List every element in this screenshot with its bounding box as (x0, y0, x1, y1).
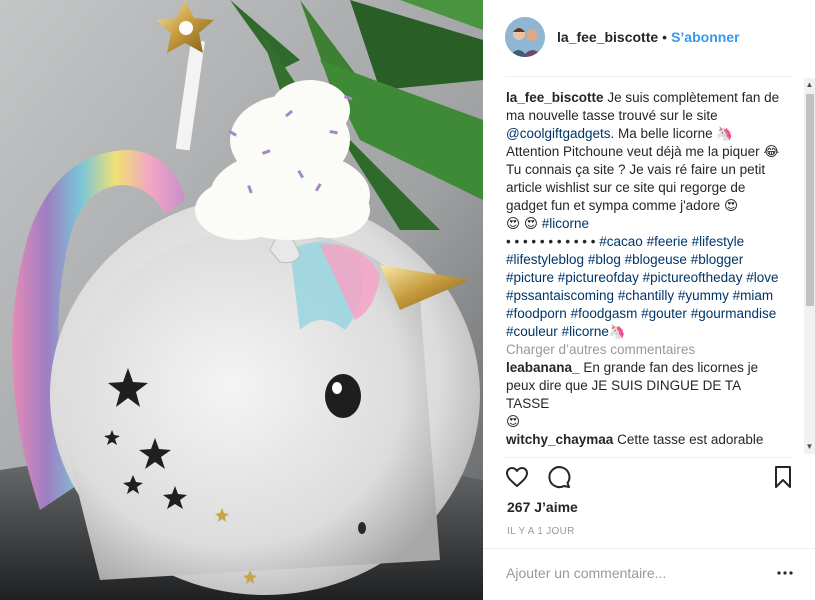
comment-author[interactable]: leabanana_ (506, 360, 580, 375)
hashtag[interactable]: #pssantaiscoming (506, 288, 614, 303)
hashtag[interactable]: #miam (733, 288, 774, 303)
laughing-emoji-icon: 😂 (763, 144, 780, 159)
comments-list[interactable]: la_fee_biscotte Je suis complètement fan… (506, 89, 786, 455)
heart-eyes-emoji-icon: 😍 (506, 414, 521, 429)
comment-author[interactable]: witchy_chaymaa (506, 432, 613, 447)
heart-eyes-emoji-icon: 😍 (523, 216, 538, 231)
hashtag[interactable]: #chantilly (618, 288, 674, 303)
avatar[interactable] (505, 17, 545, 57)
hashtag[interactable]: #pictureofday (558, 270, 639, 285)
more-options-icon[interactable] (777, 566, 793, 580)
post-photo (0, 0, 483, 600)
post-username[interactable]: la_fee_biscotte (557, 29, 658, 45)
post-header: la_fee_biscotte • S’abonner (505, 17, 740, 57)
caption: la_fee_biscotte Je suis complètement fan… (506, 89, 786, 341)
hashtag[interactable]: #cacao (599, 234, 643, 249)
unicorn-mug-photo (0, 0, 483, 600)
scroll-down-arrow-icon[interactable]: ▼ (804, 440, 815, 454)
actions-divider (505, 457, 793, 458)
hashtag[interactable]: #gourmandise (691, 306, 777, 321)
hashtag[interactable]: #picture (506, 270, 554, 285)
hashtag[interactable]: #couleur (506, 324, 558, 339)
hashtag[interactable]: #licorne (562, 324, 609, 339)
comment-item: witchy_chaymaa Cette tasse est adorable (506, 431, 786, 449)
hashtag[interactable]: #blogger (691, 252, 744, 267)
comment-item: leabanana_ En grande fan des licornes je… (506, 359, 786, 431)
hashtag[interactable]: #love (746, 270, 778, 285)
scrollbar-thumb[interactable] (806, 94, 814, 306)
comment-text: Cette tasse est adorable (617, 432, 764, 447)
hashtag[interactable]: #lifestyleblog (506, 252, 584, 267)
heart-icon[interactable] (505, 465, 529, 489)
unicorn-emoji-icon: 🦄 (716, 126, 734, 141)
hashtag-licorne[interactable]: #licorne (542, 216, 589, 231)
dot-separator: • • • • • • • • • • • (506, 234, 596, 249)
caption-text-2: . Ma belle licorne (610, 126, 713, 141)
hashtag[interactable]: #gouter (641, 306, 687, 321)
post-timestamp: IL Y A 1 JOUR (507, 526, 575, 537)
load-more-comments[interactable]: Charger d’autres commentaires (506, 341, 786, 359)
hashtag[interactable]: #pictureoftheday (643, 270, 743, 285)
header-divider (505, 76, 793, 77)
hashtag[interactable]: #foodporn (506, 306, 567, 321)
heart-eyes-emoji-icon: 😍 (506, 216, 521, 231)
hashtag[interactable]: #foodgasm (571, 306, 638, 321)
comment-icon[interactable] (547, 465, 571, 489)
comments-scrollbar[interactable]: ▲ ▼ (804, 78, 815, 454)
comment-box-divider (483, 548, 815, 549)
hashtag[interactable]: #lifestyle (692, 234, 745, 249)
hashtag[interactable]: #blog (588, 252, 621, 267)
action-bar (505, 465, 793, 491)
caption-mention[interactable]: @coolgiftgadgets (506, 126, 611, 141)
add-comment-input[interactable] (506, 562, 756, 584)
hashtag[interactable]: #feerie (647, 234, 688, 249)
heart-eyes-emoji-icon: 😍 (723, 198, 739, 213)
scroll-up-arrow-icon[interactable]: ▲ (804, 78, 815, 92)
follow-button[interactable]: S’abonner (671, 29, 739, 45)
hashtag[interactable]: #yummy (678, 288, 729, 303)
unicorn-emoji-icon: 🦄 (608, 324, 626, 339)
likes-count[interactable]: 267 J’aime (507, 499, 578, 515)
bookmark-icon[interactable] (771, 465, 795, 489)
follow-separator: • (662, 29, 668, 45)
caption-author[interactable]: la_fee_biscotte (506, 90, 604, 105)
caption-text-3: Attention Pitchoune veut déjà me la piqu… (506, 144, 760, 159)
hashtag[interactable]: #blogeuse (625, 252, 687, 267)
